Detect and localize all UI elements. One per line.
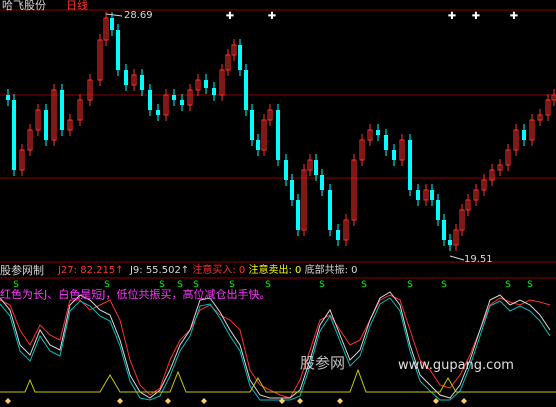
bottom-marker bbox=[117, 398, 123, 404]
candle-body-down bbox=[284, 160, 288, 180]
candle-body-down bbox=[140, 75, 144, 90]
candle-body-down bbox=[244, 70, 248, 110]
candle-body-down bbox=[328, 190, 332, 230]
indicator-note: 红色为长J、白色是短J，低位共振买，高位减仓出手快。 bbox=[0, 288, 271, 301]
stock-chart-window: ✚ ✚ ✚ ✚ ✚ S S S S S S S S S S S S S 哈飞股份 日线 28.69 19.51 股… bbox=[0, 0, 556, 407]
candle-body-down bbox=[376, 130, 380, 135]
indicator-values: J27: 82.215↑ J9: 55.502↑ 注意买入: 0 注意卖出: 0… bbox=[58, 265, 358, 277]
candle-body-down bbox=[320, 175, 324, 190]
candle-body-down bbox=[448, 240, 452, 245]
indicator-value-buy: 注意买入: 0 bbox=[192, 265, 246, 276]
candle-body-down bbox=[172, 95, 176, 100]
indicator-name[interactable]: 股参网制 bbox=[0, 265, 44, 277]
sell-marker: S bbox=[527, 280, 533, 290]
candle-body-down bbox=[384, 135, 388, 150]
long-j-line bbox=[0, 294, 551, 399]
candle-body-down bbox=[256, 140, 260, 150]
bottom-marker bbox=[165, 398, 171, 404]
candle-body-down bbox=[314, 160, 318, 175]
candle-body-down bbox=[124, 70, 128, 85]
high-price-label: 28.69 bbox=[124, 10, 153, 21]
sell-marker: S bbox=[361, 280, 367, 290]
sell-marker: S bbox=[407, 280, 413, 290]
candle-body-down bbox=[212, 88, 216, 95]
candle-body-down bbox=[238, 45, 242, 70]
top-marker: ✚ bbox=[472, 11, 480, 22]
signal-line bbox=[0, 368, 556, 393]
candle-body-down bbox=[116, 30, 120, 70]
bottom-marker bbox=[5, 398, 11, 404]
candle-body-down bbox=[336, 230, 340, 240]
candle-body-down bbox=[44, 110, 48, 140]
bottom-marker bbox=[201, 398, 207, 404]
candle-body-down bbox=[6, 95, 10, 100]
indicator-value-j27: J27: 82.215↑ bbox=[58, 265, 124, 276]
candle-body-down bbox=[392, 150, 396, 160]
candle-body-down bbox=[250, 110, 254, 140]
short-j-line bbox=[0, 291, 551, 399]
candle-body-down bbox=[522, 130, 526, 140]
candle-body-down bbox=[156, 110, 160, 115]
top-marker: ✚ bbox=[268, 11, 276, 22]
top-marker: ✚ bbox=[448, 11, 456, 22]
candle-body-down bbox=[180, 100, 184, 105]
candle-body-down bbox=[110, 18, 114, 30]
bottom-marker bbox=[461, 398, 467, 404]
candle-body-down bbox=[290, 180, 294, 200]
sell-marker: S bbox=[319, 280, 325, 290]
cyan-line bbox=[0, 297, 551, 401]
top-marker: ✚ bbox=[226, 11, 234, 22]
low-price-label: 19.51 bbox=[464, 254, 493, 265]
candle-body-down bbox=[296, 200, 300, 230]
candle-body-down bbox=[436, 200, 440, 220]
candle-body-down bbox=[442, 220, 446, 240]
sell-marker: S bbox=[441, 280, 447, 290]
stock-name: 哈飞股份 bbox=[2, 0, 46, 12]
candle-body-down bbox=[430, 190, 434, 200]
stock-chart-canvas[interactable]: ✚ ✚ ✚ ✚ ✚S S S S S S S S S S S S S bbox=[0, 0, 556, 407]
high-pointer bbox=[105, 13, 123, 17]
candle-body-down bbox=[408, 140, 412, 190]
bottom-marker bbox=[297, 398, 303, 404]
indicator-value-bottom: 底部共振: 0 bbox=[304, 265, 358, 276]
candle-body-down bbox=[276, 110, 280, 160]
candle-body-down bbox=[416, 190, 420, 200]
candle-body-down bbox=[148, 90, 152, 110]
sell-marker: S bbox=[505, 280, 511, 290]
top-marker: ✚ bbox=[510, 11, 518, 22]
indicator-value-sell: 注意卖出: 0 bbox=[248, 265, 302, 276]
watermark-url: www.gupang.com bbox=[398, 358, 514, 373]
low-pointer bbox=[449, 255, 465, 261]
candle-body-down bbox=[12, 100, 16, 170]
indicator-value-j9: J9: 55.502↑ bbox=[129, 265, 190, 276]
candle-body-down bbox=[204, 80, 208, 88]
bottom-marker bbox=[279, 398, 285, 404]
watermark-text: 股参网 bbox=[300, 354, 346, 372]
bottom-marker bbox=[337, 398, 343, 404]
period-label[interactable]: 日线 bbox=[66, 0, 88, 12]
candle-body-down bbox=[60, 90, 64, 130]
